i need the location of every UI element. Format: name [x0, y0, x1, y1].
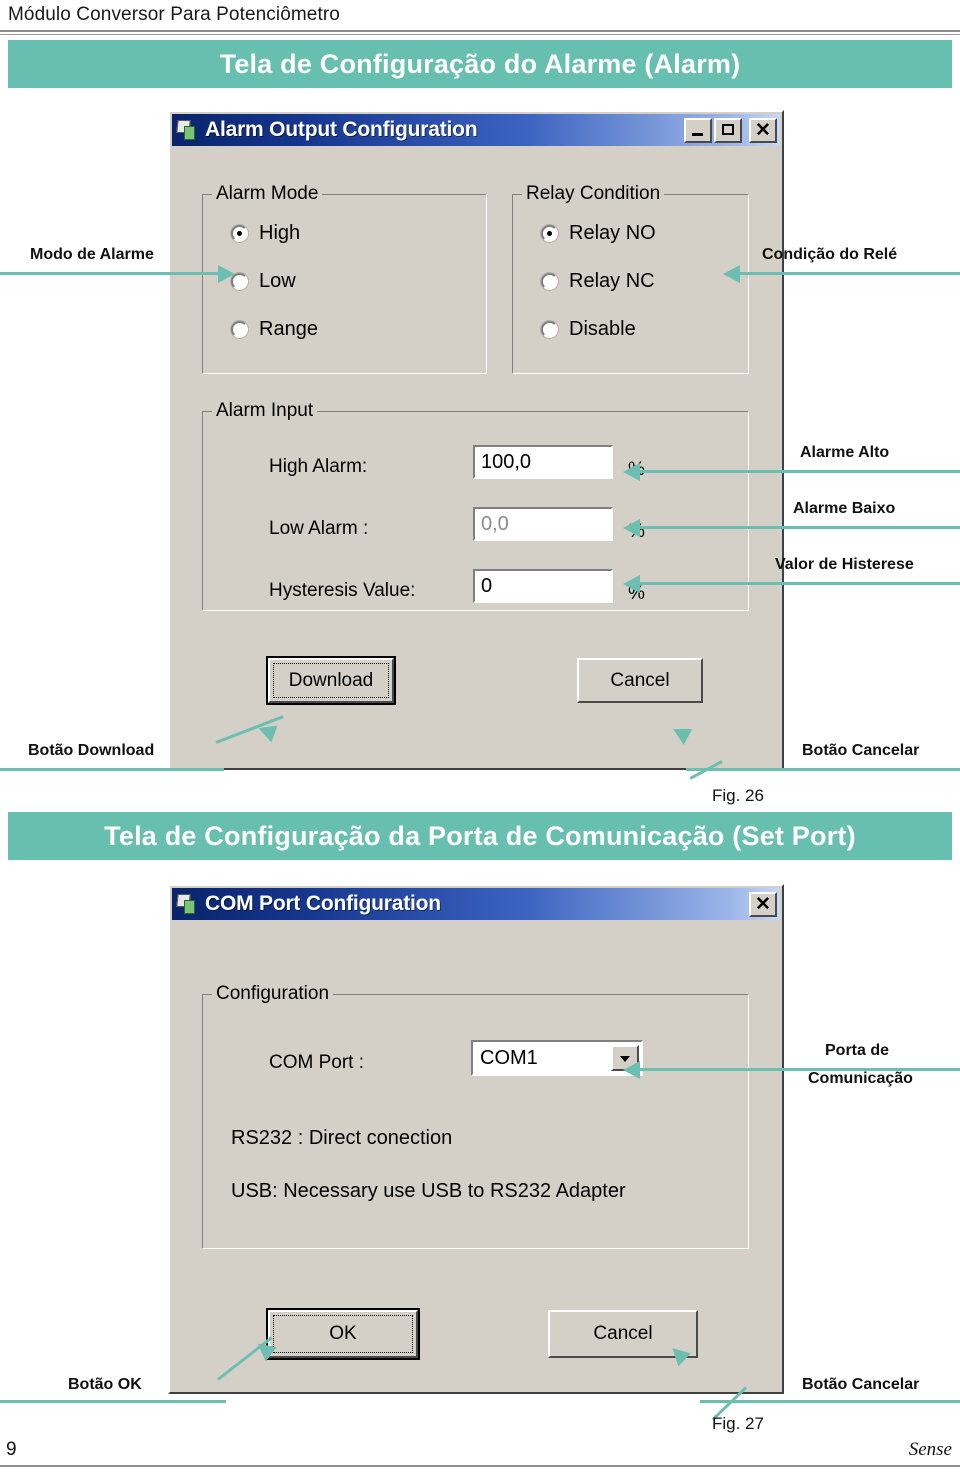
radio-label: Relay NC: [569, 270, 655, 292]
high-alarm-input[interactable]: 100,0: [473, 445, 613, 479]
annotation-line-port-cancel: [700, 1400, 960, 1403]
annotation-arrow-relay-condition: [723, 265, 740, 283]
figure-caption-27: Fig. 27: [712, 1414, 764, 1433]
footer-divider: [0, 1465, 960, 1467]
port-window-title: COM Port Configuration: [205, 892, 441, 915]
annotation-low-alarm: Alarme Baixo: [793, 500, 896, 517]
close-button[interactable]: ✕: [749, 891, 777, 917]
footer-brand: Sense: [908, 1439, 952, 1460]
ok-button[interactable]: OK: [266, 1308, 420, 1360]
radio-relay-no[interactable]: Relay NO: [541, 222, 656, 245]
alarm-cancel-button-label: Cancel: [610, 669, 670, 691]
header-divider-thin: [0, 34, 960, 35]
port-dialog-body: Configuration COM Port : COM1 RS232 : Di…: [172, 920, 780, 1390]
alarm-input-legend: Alarm Input: [212, 400, 318, 422]
annotation-arrow-high-alarm: [623, 463, 640, 481]
annotation-arrow-low-alarm: [623, 519, 640, 537]
port-window-controls: ✕: [749, 891, 777, 917]
radio-selected-icon: [541, 225, 558, 242]
usb-note: USB: Necessary use USB to RS232 Adapter: [231, 1180, 626, 1202]
annotation-line-relay-condition: [740, 272, 960, 275]
annotation-alarm-mode: Modo de Alarme: [30, 246, 154, 263]
page-title: Módulo Conversor Para Potenciômetro: [8, 4, 340, 25]
high-alarm-label: High Alarm:: [269, 456, 368, 477]
low-alarm-label: Low Alarm :: [269, 518, 369, 539]
annotation-ok-button: Botão OK: [68, 1376, 142, 1393]
alarm-window-title: Alarm Output Configuration: [205, 118, 478, 141]
configuration-legend: Configuration: [212, 983, 334, 1005]
annotation-line-hysteresis: [640, 582, 960, 585]
hysteresis-label: Hysteresis Value:: [269, 580, 416, 601]
radio-alarm-mode-range[interactable]: Range: [231, 318, 318, 341]
radio-unselected-icon: [541, 321, 558, 338]
section-banner-port: Tela de Configuração da Porta de Comunic…: [8, 812, 952, 860]
annotation-com-port-line1: Porta de: [825, 1042, 890, 1059]
annotation-alarm-cancel-button: Botão Cancelar: [802, 742, 920, 759]
annotation-line-low-alarm: [640, 526, 960, 529]
radio-label: High: [259, 222, 301, 244]
alarm-dialog-body: Alarm Mode High Low Range Relay Conditio…: [172, 146, 780, 766]
annotation-line-download: [0, 768, 224, 771]
low-alarm-input[interactable]: 0,0: [473, 507, 613, 541]
annotation-arrow-alarm-mode: [218, 265, 235, 283]
com-port-configuration-window: COM Port Configuration ✕ Configuration C…: [168, 884, 784, 1394]
radio-label: Low: [259, 270, 296, 292]
radio-alarm-mode-high[interactable]: High: [231, 222, 300, 245]
footer-page-number: 9: [6, 1439, 17, 1460]
radio-unselected-icon: [541, 273, 558, 290]
com-port-select[interactable]: COM1: [471, 1040, 643, 1076]
annotation-line-high-alarm: [640, 470, 960, 473]
alarm-mode-legend: Alarm Mode: [212, 183, 323, 205]
annotation-line-alarm-cancel: [686, 768, 960, 771]
radio-relay-disable[interactable]: Disable: [541, 318, 636, 341]
annotation-download-button: Botão Download: [28, 742, 155, 759]
close-icon: ✕: [755, 119, 771, 141]
port-titlebar[interactable]: COM Port Configuration ✕: [172, 888, 780, 920]
ok-button-label: OK: [329, 1323, 357, 1344]
hysteresis-input[interactable]: 0: [473, 569, 613, 603]
close-button[interactable]: ✕: [749, 117, 777, 143]
annotation-line-alarm-mode: [0, 272, 218, 275]
relay-condition-legend: Relay Condition: [522, 183, 665, 205]
alarm-output-configuration-window: Alarm Output Configuration ✕ Alarm Mode …: [168, 110, 784, 770]
annotation-arrow-hysteresis: [623, 575, 640, 593]
radio-selected-icon: [231, 225, 248, 242]
annotation-relay-condition: Condição do Relé: [762, 246, 898, 263]
configuration-group: Configuration COM Port : COM1 RS232 : Di…: [202, 983, 749, 1249]
port-cancel-button-label: Cancel: [593, 1323, 653, 1344]
annotation-com-port-line2: Comunicação: [808, 1070, 913, 1087]
alarm-titlebar[interactable]: Alarm Output Configuration ✕: [172, 114, 780, 146]
relay-condition-group: Relay Condition Relay NO Relay NC Disabl…: [512, 183, 749, 374]
alarm-input-group: Alarm Input High Alarm: 100,0 % Low Alar…: [202, 400, 749, 611]
download-button[interactable]: Download: [266, 656, 396, 705]
header-divider: [0, 30, 960, 33]
radio-label: Relay NO: [569, 222, 656, 244]
alarm-mode-group: Alarm Mode High Low Range: [202, 183, 487, 374]
app-document-icon: [176, 119, 199, 141]
alarm-cancel-button[interactable]: Cancel: [577, 658, 703, 703]
maximize-button[interactable]: [714, 117, 742, 143]
radio-label: Range: [259, 318, 318, 340]
annotation-port-cancel-button: Botão Cancelar: [802, 1376, 920, 1393]
annotation-arrow-com-port: [623, 1061, 640, 1079]
radio-unselected-icon: [231, 321, 248, 338]
radio-label: Disable: [569, 318, 636, 340]
annotation-high-alarm: Alarme Alto: [800, 444, 890, 461]
annotation-line-ok: [0, 1400, 226, 1403]
radio-relay-nc[interactable]: Relay NC: [541, 270, 655, 293]
alarm-window-controls: ✕: [684, 117, 777, 143]
radio-alarm-mode-low[interactable]: Low: [231, 270, 296, 293]
close-icon: ✕: [755, 893, 771, 915]
com-port-label: COM Port :: [269, 1052, 365, 1073]
minimize-button[interactable]: [684, 117, 712, 143]
rs232-note: RS232 : Direct conection: [231, 1127, 453, 1149]
com-port-value: COM1: [480, 1046, 538, 1069]
app-document-icon: [176, 893, 199, 915]
figure-caption-26: Fig. 26: [712, 786, 764, 805]
minimize-icon: [692, 132, 703, 136]
annotation-hysteresis: Valor de Histerese: [775, 556, 914, 573]
maximize-icon: [722, 123, 734, 135]
section-banner-alarm: Tela de Configuração do Alarme (Alarm): [8, 40, 952, 88]
download-button-label: Download: [288, 669, 374, 691]
